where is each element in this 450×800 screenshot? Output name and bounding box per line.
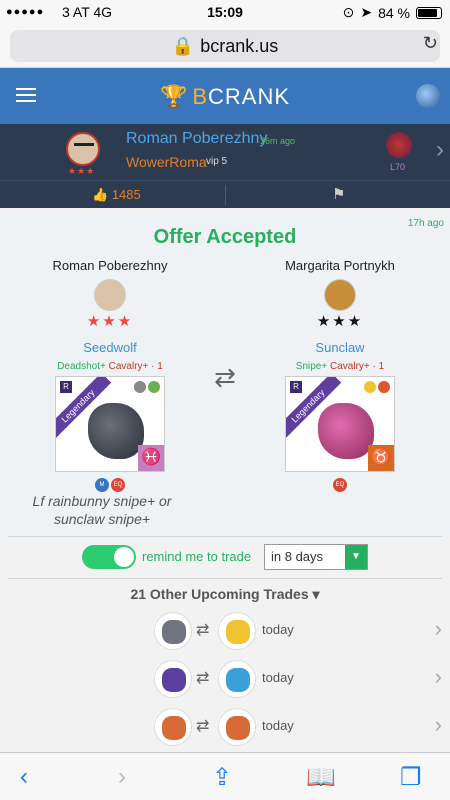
chevron-right-icon[interactable]: › bbox=[436, 136, 444, 164]
bookmarks-icon[interactable]: 📖 bbox=[306, 763, 336, 792]
rotation-lock-icon: ⊙ bbox=[342, 4, 355, 20]
reload-icon[interactable]: ↻ bbox=[423, 33, 438, 54]
badge-chips: EQ bbox=[240, 478, 440, 492]
back-icon[interactable]: ‹ bbox=[20, 763, 28, 791]
badge-chips: M EQ bbox=[10, 478, 210, 492]
address-bar-area: 🔒 bcrank.us ↻ bbox=[0, 26, 450, 68]
remind-toggle[interactable] bbox=[82, 545, 136, 569]
url-text: bcrank.us bbox=[200, 35, 279, 56]
list-item[interactable]: ⇄ today › bbox=[0, 656, 450, 702]
remind-label: remind me to trade bbox=[142, 549, 252, 564]
offer-right: Margarita Portnykh ★★★ Sunclaw Snipe+ Ca… bbox=[240, 258, 440, 492]
avatar[interactable] bbox=[94, 279, 126, 311]
element-icons bbox=[364, 381, 390, 393]
dragon-avatar-icon bbox=[154, 660, 192, 698]
remind-select[interactable]: in 8 days ▼ bbox=[264, 544, 368, 570]
dragon-avatar-icon bbox=[154, 612, 192, 650]
eq-badge: EQ bbox=[111, 478, 125, 492]
dragon-avatar-icon bbox=[386, 132, 412, 158]
site-header: 🏆 BCRANK bbox=[0, 68, 450, 124]
dropdown-arrow-icon: ▼ bbox=[345, 545, 367, 569]
offer-left-user[interactable]: Roman Poberezhny bbox=[10, 258, 210, 273]
dragon-avatar-icon bbox=[218, 660, 256, 698]
offer-left: Roman Poberezhny ★★★ Seedwolf Deadshot+ … bbox=[10, 258, 210, 492]
rank-badge: R bbox=[290, 381, 302, 393]
profile-strip[interactable]: ★★★ Roman Poberezhny 36m ago WowerRoma v… bbox=[0, 124, 450, 180]
pisces-icon: ♓ bbox=[138, 445, 164, 471]
upcoming-trades-title[interactable]: 21 Other Upcoming Trades ▾ bbox=[0, 586, 450, 603]
status-bar: ●●●●● 3 AT 4G 15:09 ⊙ ➤ 84 % bbox=[0, 0, 450, 26]
dragon-avatar-icon bbox=[218, 708, 256, 746]
battery-icon bbox=[416, 6, 442, 19]
player-stars: ★★★ bbox=[316, 313, 364, 330]
avatar[interactable] bbox=[66, 132, 100, 166]
profile-actions: 👍 1485 ⚑ bbox=[0, 180, 450, 208]
flag-icon[interactable]: ⚑ bbox=[332, 185, 345, 203]
metal-element-icon bbox=[134, 381, 146, 393]
forward-icon[interactable]: › bbox=[118, 763, 126, 791]
lock-icon: 🔒 bbox=[171, 35, 195, 56]
vip-badge: vip 5 bbox=[206, 156, 228, 167]
location-icon: ➤ bbox=[360, 4, 373, 20]
eq-badge: EQ bbox=[333, 478, 347, 492]
chevron-right-icon[interactable]: › bbox=[435, 616, 442, 642]
m-badge: M bbox=[95, 478, 109, 492]
globe-icon[interactable] bbox=[416, 84, 440, 108]
dragon-image bbox=[318, 403, 374, 459]
swap-icon: ⇄ bbox=[196, 670, 210, 687]
dragon-traits: Snipe+ Cavalry+ · 1 bbox=[295, 361, 385, 372]
swap-icon: ⇄ bbox=[196, 718, 210, 735]
dragon-avatar-icon bbox=[218, 612, 256, 650]
time-ago: 36m ago bbox=[260, 136, 296, 146]
swap-icon: ⇄ bbox=[214, 362, 236, 392]
offer-title: Offer Accepted bbox=[153, 226, 297, 248]
fire-element-icon bbox=[378, 381, 390, 393]
dragon-name[interactable]: Sunclaw bbox=[240, 340, 440, 355]
player-name[interactable]: Roman Poberezhny bbox=[126, 130, 267, 148]
site-logo[interactable]: 🏆 BCRANK bbox=[0, 84, 450, 110]
thumbs-up-icon: 👍 bbox=[92, 187, 109, 202]
offer-panel: 17h ago Offer Accepted Roman Poberezhny … bbox=[0, 214, 450, 534]
trade-when: today bbox=[262, 670, 294, 685]
light-element-icon bbox=[364, 381, 376, 393]
taurus-icon: ♉ bbox=[368, 445, 394, 471]
list-item[interactable]: ⇄ today › bbox=[0, 608, 450, 654]
dragon-card[interactable]: Legendary R ♉ bbox=[285, 376, 395, 472]
like-button[interactable]: 👍 1485 bbox=[92, 187, 141, 203]
chevron-right-icon[interactable]: › bbox=[435, 712, 442, 738]
offer-note: Lf rainbunny snipe+ or sunclaw snipe+ bbox=[32, 493, 172, 527]
chevron-right-icon[interactable]: › bbox=[435, 664, 442, 690]
nature-element-icon bbox=[148, 381, 160, 393]
share-icon[interactable]: ⇪ bbox=[212, 763, 232, 792]
element-icons bbox=[134, 381, 160, 393]
trade-when: today bbox=[262, 718, 294, 733]
dragon-name[interactable]: Seedwolf bbox=[10, 340, 210, 355]
dragon-traits: Deadshot+ Cavalry+ · 1 bbox=[57, 361, 163, 372]
divider bbox=[8, 536, 442, 537]
player-stars: ★★★ bbox=[68, 166, 96, 176]
trade-when: today bbox=[262, 622, 294, 637]
guild-name[interactable]: WowerRoma bbox=[126, 154, 207, 170]
tabs-icon[interactable]: ❐ bbox=[400, 763, 422, 792]
player-stars: ★★★ bbox=[86, 313, 134, 330]
dragon-card[interactable]: Legendary R ♓ bbox=[55, 376, 165, 472]
dragon-image bbox=[88, 403, 144, 459]
browser-toolbar: ‹ › ⇪ 📖 ❐ bbox=[0, 752, 450, 800]
dragon-avatar-icon bbox=[154, 708, 192, 746]
list-item[interactable]: ⇄ today › bbox=[0, 704, 450, 750]
divider bbox=[225, 185, 226, 205]
player-level: L70 bbox=[390, 162, 406, 172]
offer-right-user[interactable]: Margarita Portnykh bbox=[240, 258, 440, 273]
rank-badge: R bbox=[60, 381, 72, 393]
avatar[interactable] bbox=[324, 279, 356, 311]
swap-icon: ⇄ bbox=[196, 622, 210, 639]
battery-percent: 84 % bbox=[378, 4, 410, 21]
trophy-icon: 🏆 bbox=[159, 84, 189, 109]
like-count: 1485 bbox=[111, 187, 141, 202]
remind-row: remind me to trade in 8 days ▼ bbox=[0, 540, 450, 576]
url-field[interactable]: 🔒 bcrank.us bbox=[10, 30, 440, 62]
divider bbox=[8, 578, 442, 579]
